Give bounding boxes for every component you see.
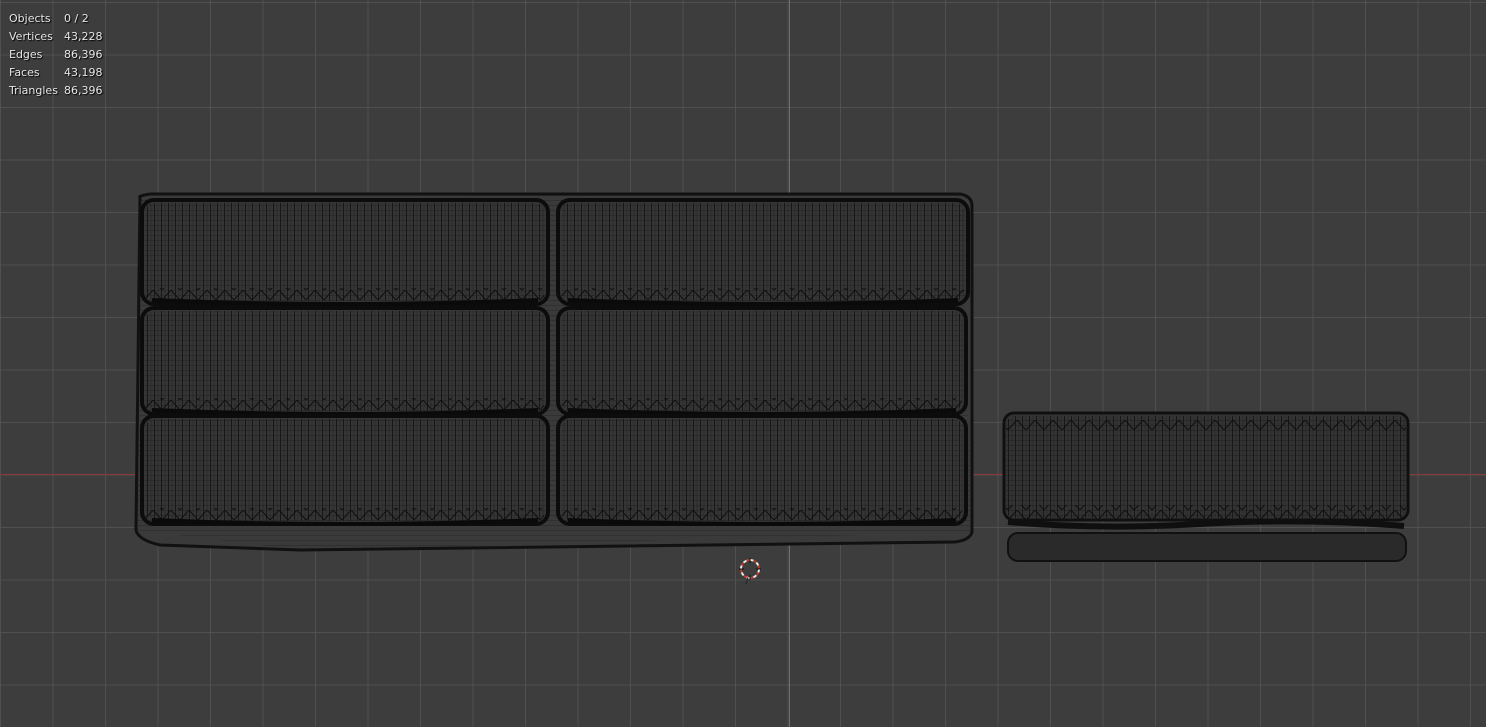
stat-value: 43,228 (64, 30, 103, 43)
stat-label: Triangles (9, 84, 58, 97)
scene-statistics: Objects 0 / 2 Vertices 43,228 Edges 86,3… (9, 10, 103, 100)
cushion-wire-horizontal (561, 419, 963, 521)
stat-label: Objects (9, 12, 51, 25)
stat-value: 86,396 (64, 48, 103, 61)
stat-row: Vertices 43,228 (9, 28, 103, 46)
cushion-wire-seam (146, 288, 544, 300)
ottoman-mesh[interactable] (1002, 411, 1410, 562)
stat-row: Faces 43,198 (9, 64, 103, 82)
sofa-mesh[interactable] (134, 192, 974, 552)
stat-label: Vertices (9, 30, 53, 43)
stat-row: Triangles 86,396 (9, 82, 103, 100)
cushion-wire-seam (146, 508, 544, 520)
stat-value: 43,198 (64, 66, 103, 79)
3d-viewport[interactable]: Objects 0 / 2 Vertices 43,228 Edges 86,3… (0, 0, 1486, 727)
cushion-wire-horizontal (561, 203, 965, 301)
cushion-wire-horizontal (561, 311, 963, 411)
cushion-wire-seam (562, 508, 962, 520)
cushion-wire-horizontal (145, 419, 545, 521)
cushion-wire-horizontal (145, 203, 545, 301)
stat-value: 0 / 2 (64, 12, 89, 25)
stat-label: Faces (9, 66, 40, 79)
cushion-wire-seam (146, 398, 544, 410)
cushion-wire-horizontal (145, 311, 545, 411)
wireframe-meshes[interactable] (0, 0, 1486, 727)
cushion-wire-seam (562, 398, 962, 410)
cushion-wire-seam (562, 288, 964, 300)
stat-label: Edges (9, 48, 43, 61)
stat-row: Edges 86,396 (9, 46, 103, 64)
stat-value: 86,396 (64, 84, 103, 97)
stat-row: Objects 0 / 2 (9, 10, 103, 28)
3d-cursor-icon[interactable] (738, 557, 762, 585)
